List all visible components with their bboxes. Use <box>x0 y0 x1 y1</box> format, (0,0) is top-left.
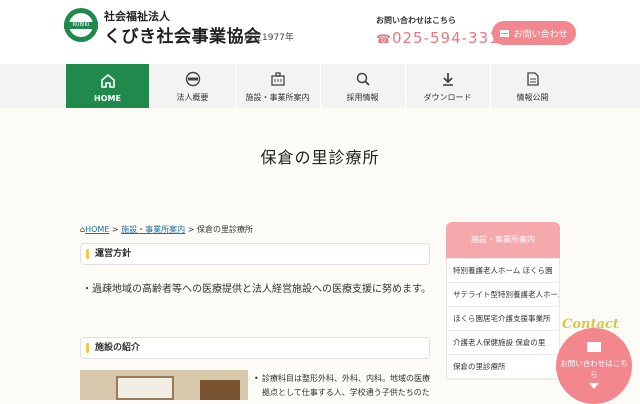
nav-home[interactable]: HOME <box>65 64 149 108</box>
chevron-down-icon <box>589 383 599 389</box>
mail-icon <box>587 342 601 352</box>
facility-photo <box>80 370 248 400</box>
home-icon <box>100 73 115 88</box>
org-name[interactable]: くびき社会事業協会 <box>104 22 262 47</box>
intro-text-body: 診療科目は整形外科、外科、内科。地域の医療拠点として仕事する人、学校通う子供たち… <box>262 374 430 397</box>
nav-recruit[interactable]: 採用情報 <box>320 64 404 108</box>
sidebar-heading[interactable]: 施設・事業所案内 <box>446 222 560 258</box>
policy-text: ・過疎地域の高齢者等への医療提供と法人経営施設への医療支援に努めます。 <box>82 284 431 295</box>
sidebar-item-health-facility[interactable]: 介護老人保健施設 保倉の里 <box>447 331 559 355</box>
nav-label: 施設・事業所案内 <box>245 93 310 102</box>
document-icon <box>526 72 539 86</box>
phone-icon: ☎ <box>376 32 392 46</box>
mail-icon <box>500 29 510 37</box>
breadcrumb-current: 保倉の里診療所 <box>196 225 253 234</box>
breadcrumb-parent-link[interactable]: 施設・事業所案内 <box>121 225 185 234</box>
download-icon <box>442 73 453 86</box>
facility-icon <box>270 72 285 86</box>
contact-word: Contact <box>562 317 619 332</box>
inquiry-button-label: お問い合わせ <box>513 29 568 40</box>
nav-label: 法人概要 <box>176 93 209 102</box>
nav-corporate[interactable]: 法人概要 <box>150 64 234 108</box>
policy-heading: 運営方針 <box>80 243 430 265</box>
building-icon <box>185 71 200 87</box>
breadcrumb-separator: > <box>187 225 195 234</box>
inquiry-button[interactable]: お問い合わせ <box>492 21 576 45</box>
sidebar-item-satellite[interactable]: サテライト型特別養護老人ホーム <box>447 283 559 307</box>
floating-contact-button[interactable]: お問い合わせはこちら <box>556 328 632 404</box>
floating-contact-text: お問い合わせはこちら <box>560 359 628 379</box>
breadcrumb-home-link[interactable]: HOME <box>85 225 109 234</box>
org-logo[interactable]: KUBIKI <box>64 8 98 42</box>
breadcrumb-separator: > <box>111 225 119 234</box>
intro-heading: 施設の紹介 <box>80 337 430 359</box>
nav-label: 情報公開 <box>516 93 549 102</box>
sidebar-item-clinic[interactable]: 保倉の里診療所 <box>447 355 559 379</box>
sidebar-item-care-support[interactable]: ほくら園居宅介護支援事業所 <box>447 307 559 331</box>
sidebar-item-hokura-en[interactable]: 特別養護老人ホーム ほくら園 <box>447 259 559 283</box>
nav-download[interactable]: ダウンロード <box>405 64 489 108</box>
established-text: 創立1977年 <box>244 33 294 43</box>
breadcrumb: ⌂HOME > 施設・事業所案内 > 保倉の里診療所 <box>80 224 253 235</box>
nav-label: 採用情報 <box>346 93 379 102</box>
site-header: KUBIKI 社会福祉法人 くびき社会事業協会 創立1977年 お問い合わせはこ… <box>0 0 640 64</box>
sidebar-list: 特別養護老人ホーム ほくら園 サテライト型特別養護老人ホーム ほくら園居宅介護支… <box>446 258 560 380</box>
nav-facilities[interactable]: 施設・事業所案内 <box>235 64 319 108</box>
intro-text: 診療科目は整形外科、外科、内科。地域の医療拠点として仕事する人、学校通う子供たち… <box>254 372 434 400</box>
nav-label: ダウンロード <box>423 93 472 102</box>
logo-text: KUBIKI <box>72 22 90 28</box>
contact-label: お問い合わせはこちら <box>376 16 456 25</box>
search-person-icon <box>356 72 370 86</box>
page-title: 保倉の里診療所 <box>260 148 380 167</box>
phone-number[interactable]: ☎025-594-3311 <box>376 29 510 47</box>
nav-label: HOME <box>94 94 121 103</box>
nav-disclosure[interactable]: 情報公開 <box>490 64 574 108</box>
